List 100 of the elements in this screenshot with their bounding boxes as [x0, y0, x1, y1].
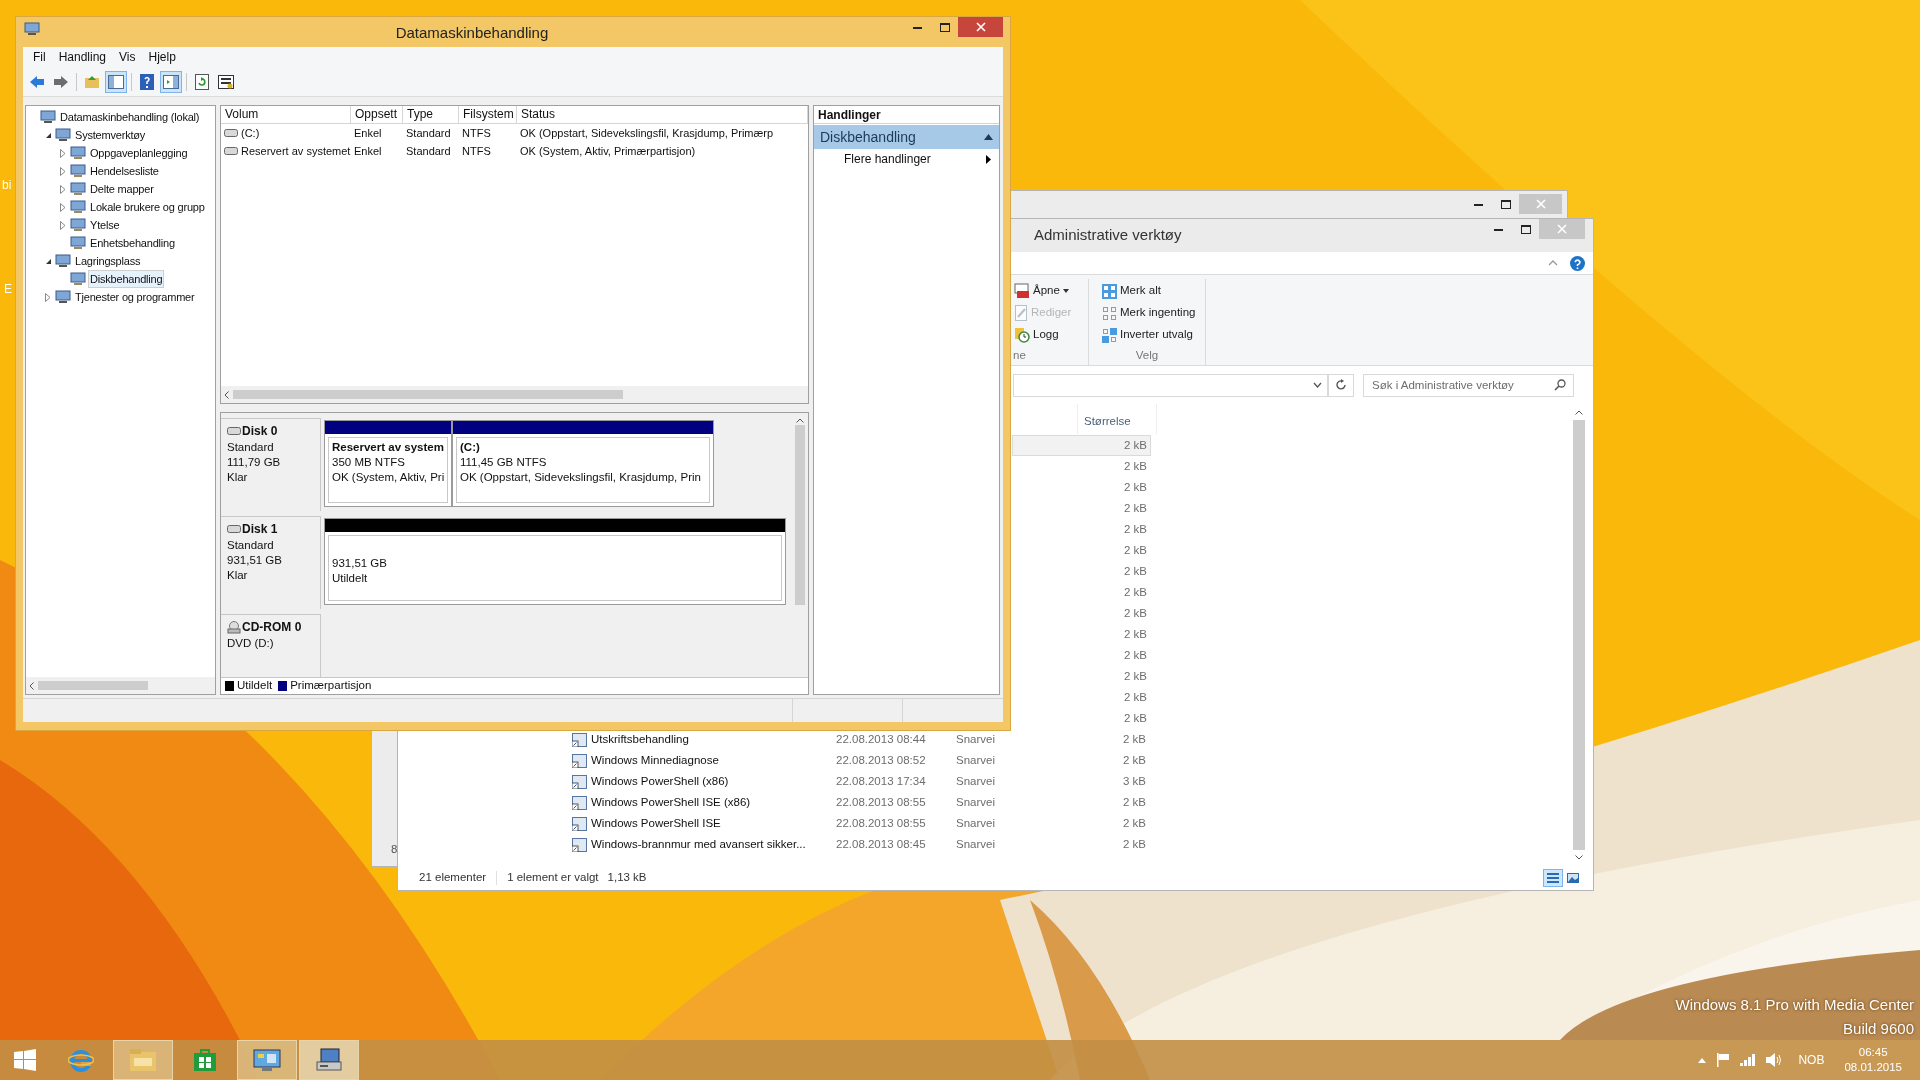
scroll-left-icon[interactable]	[29, 681, 34, 690]
actions-section-header[interactable]: Diskbehandling	[814, 125, 999, 149]
file-row[interactable]: 2 kB	[1012, 540, 1151, 561]
file-row[interactable]: Utskriftsbehandling 22.08.2013 08:44 Snarvei 2 kB	[398, 729, 1151, 750]
ribbon-button[interactable]: Logg	[1014, 325, 1088, 345]
file-row[interactable]: 2 kB	[1012, 456, 1151, 477]
column-header[interactable]: Type	[403, 106, 459, 123]
ribbon-button[interactable]: Åpne	[1014, 281, 1088, 301]
table-cell-text: Reservert av systemet	[241, 143, 351, 159]
search-field[interactable]: Søk i Administrative verktøy	[1363, 373, 1574, 397]
file-row[interactable]: 2 kB	[1012, 435, 1151, 456]
file-date: 22.08.2013 17:34	[836, 774, 926, 787]
file-row[interactable]: 2 kB	[1012, 624, 1151, 645]
computer-icon	[70, 236, 86, 250]
table-cell-text: OK (System, Aktiv, Primærpartisjon)	[520, 143, 696, 159]
file-type: Snarvei	[956, 795, 995, 808]
collapse-ribbon-icon[interactable]	[1548, 260, 1558, 266]
tree-item[interactable]: Systemverktøy	[73, 126, 148, 144]
partition-block[interactable]: (C:) 111,45 GB NTFS OK (Oppstart, Sidevekslingsfil, Krasjdump, Prin	[452, 420, 714, 507]
menu-item[interactable]: Vis	[113, 48, 142, 66]
collapsed-arrow-icon[interactable]	[45, 292, 51, 302]
disk-detail: Klar	[227, 470, 249, 485]
table-cell-text: Standard	[406, 143, 451, 159]
file-row[interactable]: 2 kB	[1012, 519, 1151, 540]
file-row[interactable]: Windows PowerShell (x86) 22.08.2013 17:34 Snarvei 3 kB	[398, 771, 1151, 792]
expanded-arrow-icon[interactable]	[44, 131, 52, 139]
action-item[interactable]: Flere handlinger	[814, 149, 999, 169]
legend-label: Primærpartisjon	[290, 678, 372, 694]
tree-item[interactable]: Diskbehandling	[88, 270, 165, 288]
collapsed-arrow-icon[interactable]	[60, 184, 66, 194]
tree-item[interactable]: Enhetsbehandling	[88, 234, 177, 252]
scroll-down-icon[interactable]	[1575, 855, 1583, 860]
file-type: Snarvei	[956, 753, 995, 766]
ribbon-button[interactable]: Merk alt	[1102, 281, 1205, 301]
file-type: Snarvei	[956, 732, 995, 745]
computer-icon	[24, 22, 40, 36]
refresh-button[interactable]	[1328, 373, 1354, 397]
horizontal-scrollbar[interactable]	[221, 386, 808, 403]
tree-item[interactable]: Hendelsesliste	[88, 162, 161, 180]
column-header[interactable]: Oppsett	[351, 106, 403, 123]
flag-icon[interactable]	[1716, 1053, 1731, 1067]
tree-item[interactable]: Lokale brukere og grupp	[88, 198, 207, 216]
scroll-up-icon[interactable]	[796, 418, 804, 423]
file-row[interactable]: 2 kB	[1012, 561, 1151, 582]
expanded-arrow-icon[interactable]	[44, 257, 52, 265]
menu-item[interactable]: Hjelp	[142, 48, 182, 66]
panel-icon	[163, 74, 179, 89]
taskbar-button[interactable]	[237, 1040, 297, 1080]
ribbon-button[interactable]: Inverter utvalg	[1102, 325, 1205, 345]
collapsed-arrow-icon[interactable]	[60, 202, 66, 212]
file-row[interactable]: 2 kB	[1012, 498, 1151, 519]
file-row[interactable]: 2 kB	[1012, 666, 1151, 687]
menu-item[interactable]: Handling	[52, 48, 113, 66]
signal-bars-icon[interactable]	[1740, 1054, 1757, 1066]
menu-item[interactable]: Fil	[27, 48, 52, 66]
column-header[interactable]: Størrelse	[1077, 404, 1157, 434]
scroll-left-icon[interactable]	[224, 390, 229, 399]
column-header[interactable]: Filsystem	[459, 106, 517, 123]
column-header[interactable]: Status	[517, 106, 808, 123]
tree-item[interactable]: Delte mapper	[88, 180, 156, 198]
show-hidden-icons-icon[interactable]	[1698, 1057, 1707, 1063]
file-row[interactable]: Windows PowerShell ISE (x86) 22.08.2013 08:55 Snarvei 2 kB	[398, 792, 1151, 813]
file-row[interactable]: Windows Minnediagnose 22.08.2013 08:52 Snarvei 2 kB	[398, 750, 1151, 771]
tree-item[interactable]: Lagringsplass	[73, 252, 143, 270]
tree-item[interactable]: Oppgaveplanlegging	[88, 144, 190, 162]
toolbar-button[interactable]	[160, 70, 182, 93]
file-row[interactable]: 2 kB	[1012, 645, 1151, 666]
help-icon[interactable]	[1570, 255, 1585, 271]
file-row[interactable]: 2 kB	[1012, 708, 1151, 729]
file-size: 2 kB	[1123, 795, 1146, 808]
file-row[interactable]: Windows-brannmur med avansert sikker... 22.08.2013 08:45 Snarvei 2 kB	[398, 834, 1151, 855]
partition-size: 111,45 GB NTFS	[460, 455, 548, 470]
file-size: 2 kB	[1123, 732, 1146, 745]
file-size: 2 kB	[1124, 521, 1147, 537]
taskbar-button[interactable]	[299, 1040, 359, 1080]
file-size: 3 kB	[1123, 774, 1146, 787]
horizontal-scrollbar[interactable]	[26, 677, 215, 694]
file-row[interactable]: 2 kB	[1012, 687, 1151, 708]
scroll-up-icon[interactable]	[1575, 410, 1583, 415]
file-row[interactable]: 2 kB	[1012, 477, 1151, 498]
collapsed-arrow-icon[interactable]	[60, 220, 66, 230]
collapsed-arrow-icon[interactable]	[60, 148, 66, 158]
file-row[interactable]: 2 kB	[1012, 582, 1151, 603]
search-icon	[1554, 378, 1566, 391]
close-icon	[1557, 224, 1567, 234]
collapsed-arrow-icon[interactable]	[60, 166, 66, 176]
details-view-button[interactable]	[1543, 869, 1563, 887]
toolbar-button[interactable]	[105, 70, 127, 93]
tree-item[interactable]: Datamaskinbehandling (lokal)	[58, 108, 202, 126]
file-row[interactable]: 2 kB	[1012, 603, 1151, 624]
partition-block[interactable]: Reservert av system 350 MB NTFS OK (System, Aktiv, Pri	[324, 420, 452, 507]
tree-item[interactable]: Ytelse	[88, 216, 122, 234]
ribbon-button[interactable]: Merk ingenting	[1102, 303, 1205, 323]
speaker-icon[interactable]	[1766, 1053, 1783, 1067]
tree-item[interactable]: Tjenester og programmer	[73, 288, 197, 306]
maximize-icon	[1500, 199, 1511, 209]
partition-title: (C:)	[460, 440, 481, 455]
partition-block[interactable]: 931,51 GB Utildelt	[324, 518, 786, 605]
column-header[interactable]: Volum	[221, 106, 351, 123]
file-row[interactable]: Windows PowerShell ISE 22.08.2013 08:55 Snarvei 2 kB	[398, 813, 1151, 834]
